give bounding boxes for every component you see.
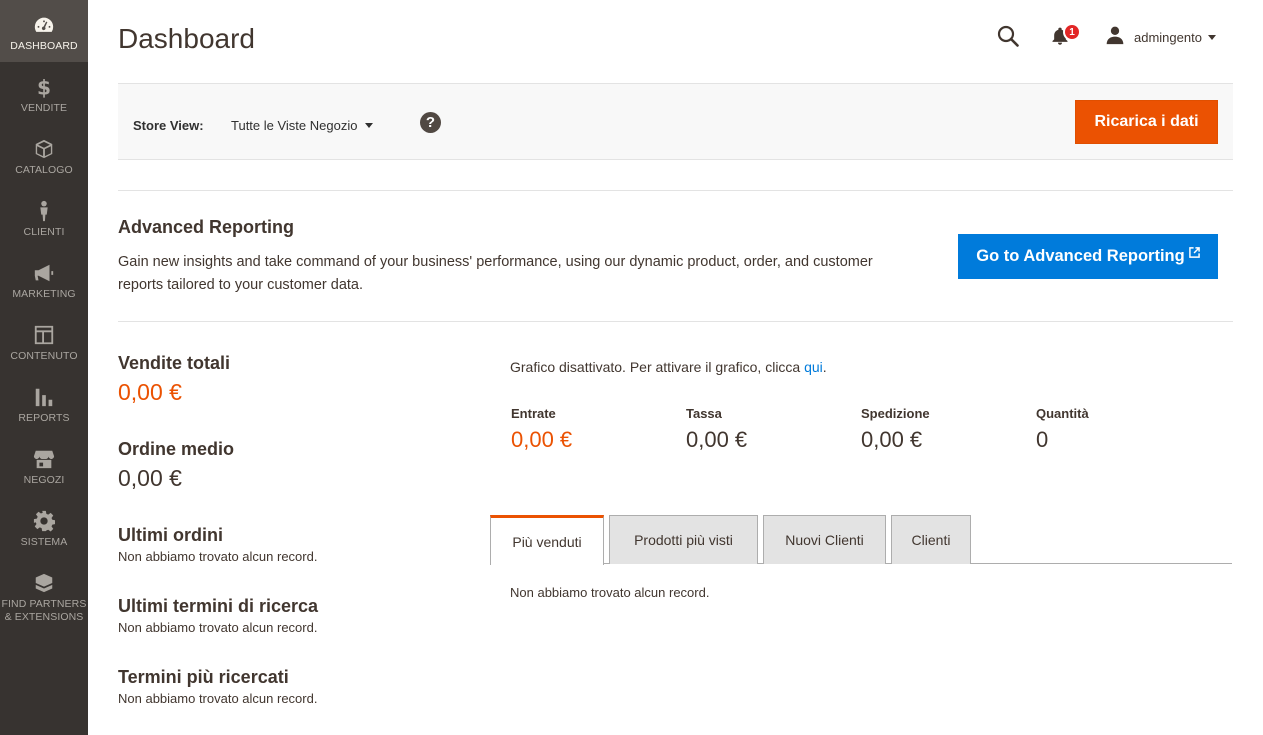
box-icon [33,138,55,160]
dashboard-icon [33,14,55,36]
avg-order-label: Ordine medio [118,439,235,459]
sidebar-item-find-partners[interactable]: FIND PARTNERS & EXTENSIONS [0,558,88,630]
chart-disabled-message: Grafico disattivato. Per attivare il gra… [510,359,827,375]
tab-customers[interactable]: Clienti [891,515,971,564]
reload-data-button[interactable]: Ricarica i dati [1075,100,1218,144]
sidebar-item-label: SISTEMA [20,536,68,548]
person-icon [33,200,55,222]
store-icon [33,448,55,470]
sidebar-item-label: NEGOZI [23,474,65,486]
quantity-value: 0 [1036,427,1049,452]
svg-text:$: $ [37,76,51,98]
sidebar-item-dashboard[interactable]: DASHBOARD [0,0,88,62]
search-icon[interactable] [996,24,1020,48]
advanced-reporting-button-label: Go to Advanced Reporting [976,247,1185,265]
sidebar-item-marketing[interactable]: MARKETING [0,248,88,310]
store-view-bar: Store View: Tutte le Viste Negozio ? Ric… [118,83,1233,160]
sidebar-item-label: REPORTS [18,412,70,424]
gear-icon [33,510,55,532]
sidebar-item-label: CATALOGO [15,164,73,176]
tab-most-viewed[interactable]: Prodotti più visti [609,515,758,564]
sidebar-item-label: DASHBOARD [10,40,78,52]
sidebar-item-label: FIND PARTNERS [1,598,87,610]
last-search-terms-empty: Non abbiamo trovato alcun record. [118,620,318,635]
bar-chart-icon [33,386,55,408]
revenue-label: Entrate [511,406,556,421]
sidebar-item-clienti[interactable]: CLIENTI [0,186,88,248]
last-orders-label: Ultimi ordini [118,525,223,545]
user-menu[interactable]: admingento [1105,25,1216,50]
revenue-value: 0,00 € [511,427,573,452]
advanced-reporting-button[interactable]: Go to Advanced Reporting [958,234,1218,279]
sidebar-item-label: CLIENTI [23,226,65,238]
help-icon[interactable]: ? [420,112,441,133]
last-orders-empty: Non abbiamo trovato alcun record. [118,549,318,564]
sidebar-item-vendite[interactable]: $ VENDITE [0,62,88,124]
blocks-icon [33,572,55,594]
store-view-select[interactable]: Tutte le Viste Negozio [231,118,374,133]
total-sales-value: 0,00 € [118,379,182,405]
sidebar-item-catalogo[interactable]: CATALOGO [0,124,88,186]
divider [118,190,1233,191]
last-search-terms-label: Ultimi termini di ricerca [118,596,319,616]
notification-badge: 1 [1063,23,1081,41]
sidebar-item-contenuto[interactable]: CONTENUTO [0,310,88,372]
store-view-label: Store View: [133,118,204,133]
tab-bestsellers[interactable]: Più venduti [490,515,604,565]
tax-value: 0,00 € [686,427,748,452]
sidebar-item-label: VENDITE [20,102,68,114]
page-title: Dashboard [118,23,255,54]
megaphone-icon [33,262,55,284]
avg-order-value: 0,00 € [118,465,182,491]
shipping-value: 0,00 € [861,427,923,452]
chevron-down-icon [1207,35,1216,40]
external-link-icon [1188,247,1200,258]
sidebar-item-sistema[interactable]: SISTEMA [0,496,88,558]
admin-sidebar: DASHBOARD $ VENDITE CATALOGO CLIENTI MAR… [0,0,88,735]
sidebar-item-negozi[interactable]: NEGOZI [0,434,88,496]
top-search-terms-label: Termini più ricercati [118,667,289,687]
sidebar-item-reports[interactable]: REPORTS [0,372,88,434]
user-icon [1105,25,1125,50]
enable-chart-link[interactable]: qui [804,359,823,375]
quantity-label: Quantità [1036,406,1089,421]
chart-message-text: Grafico disattivato. Per attivare il gra… [510,359,805,375]
tab-content-empty: Non abbiamo trovato alcun record. [510,585,710,600]
chart-message-suffix: . [822,359,827,375]
chevron-down-icon [365,123,374,128]
divider [118,321,1233,322]
sidebar-item-label: MARKETING [12,288,76,300]
dollar-icon: $ [33,76,55,98]
username: admingento [1134,30,1202,45]
layout-icon [33,324,55,346]
sidebar-item-label-2: & EXTENSIONS [4,611,84,623]
advanced-reporting-text: Gain new insights and take command of yo… [118,254,873,293]
advanced-reporting-title: Advanced Reporting [118,217,295,237]
tax-label: Tassa [686,406,722,421]
shipping-label: Spedizione [861,406,930,421]
total-sales-label: Vendite totali [118,353,231,373]
top-search-terms-empty: Non abbiamo trovato alcun record. [118,691,318,706]
store-view-value: Tutte le Viste Negozio [231,118,358,133]
sidebar-item-label: CONTENUTO [10,350,78,362]
tab-new-customers[interactable]: Nuovi Clienti [763,515,886,564]
